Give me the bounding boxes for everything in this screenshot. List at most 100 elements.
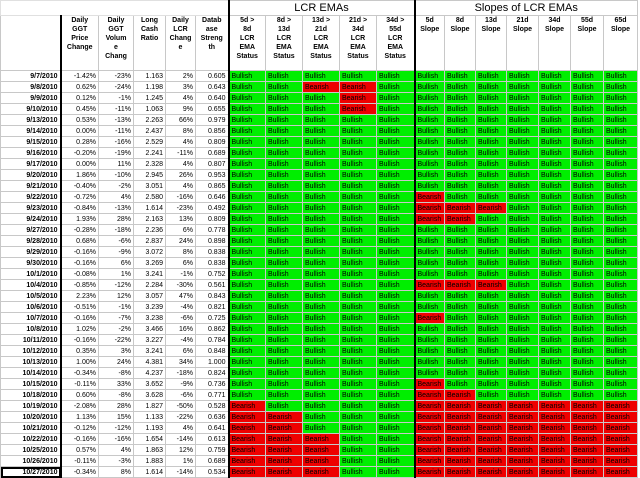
value-cell[interactable]: 0.45% — [60, 103, 99, 115]
bullish-cell[interactable]: Bullish — [339, 378, 377, 390]
value-cell[interactable]: 0.640 — [195, 92, 229, 104]
value-cell[interactable]: -30% — [165, 279, 196, 291]
bullish-cell[interactable]: Bullish — [265, 257, 303, 269]
value-cell[interactable]: 1.198 — [133, 81, 166, 93]
value-cell[interactable]: 3.239 — [133, 301, 166, 313]
value-cell[interactable]: 2.580 — [133, 191, 166, 203]
bullish-cell[interactable]: Bullish — [339, 125, 377, 137]
bullish-cell[interactable]: Bullish — [570, 246, 604, 258]
bullish-cell[interactable]: Bullish — [603, 367, 638, 379]
bullish-cell[interactable]: Bullish — [475, 81, 507, 93]
value-cell[interactable]: 16% — [165, 323, 196, 335]
bullish-cell[interactable]: Bullish — [603, 70, 638, 82]
value-cell[interactable]: 0.807 — [195, 158, 229, 170]
bullish-cell[interactable]: Bullish — [413, 367, 445, 379]
bullish-cell[interactable]: Bullish — [506, 191, 539, 203]
value-cell[interactable]: -11% — [165, 147, 196, 159]
value-cell[interactable]: 8% — [165, 125, 196, 137]
date-cell[interactable]: 9/24/2010 — [0, 213, 62, 225]
value-cell[interactable]: 3.238 — [133, 312, 166, 324]
bullish-cell[interactable]: Bullish — [265, 290, 303, 302]
value-cell[interactable]: 0.492 — [195, 202, 229, 214]
bullish-cell[interactable]: Bullish — [339, 213, 377, 225]
value-cell[interactable]: -23% — [165, 202, 196, 214]
value-cell[interactable]: -13% — [98, 202, 134, 214]
bullish-cell[interactable]: Bullish — [376, 466, 415, 478]
value-cell[interactable]: -50% — [165, 400, 196, 412]
bullish-cell[interactable]: Bullish — [265, 301, 303, 313]
bullish-cell[interactable]: Bullish — [265, 103, 303, 115]
value-cell[interactable]: 2.163 — [133, 213, 166, 225]
column-header[interactable]: Daily GGT Price Change — [60, 15, 99, 71]
date-cell[interactable]: 9/10/2010 — [0, 103, 62, 115]
column-header[interactable]: 21d Slope — [506, 15, 539, 71]
value-cell[interactable]: 4% — [98, 444, 134, 456]
bullish-cell[interactable]: Bullish — [376, 147, 415, 159]
bullish-cell[interactable]: Bullish — [475, 114, 507, 126]
value-cell[interactable]: 3.227 — [133, 334, 166, 346]
bullish-cell[interactable]: Bullish — [475, 136, 507, 148]
bullish-cell[interactable]: Bullish — [302, 202, 340, 214]
value-cell[interactable]: -9% — [165, 378, 196, 390]
bullish-cell[interactable]: Bullish — [302, 422, 340, 434]
bullish-cell[interactable]: Bullish — [538, 257, 571, 269]
bullish-cell[interactable]: Bullish — [376, 279, 415, 291]
bullish-cell[interactable]: Bullish — [475, 180, 507, 192]
value-cell[interactable]: 8% — [165, 246, 196, 258]
bearish-cell[interactable]: Bearish — [227, 422, 266, 434]
bullish-cell[interactable]: Bullish — [506, 312, 539, 324]
bullish-cell[interactable]: Bullish — [302, 279, 340, 291]
bearish-cell[interactable]: Bearish — [339, 103, 377, 115]
bullish-cell[interactable]: Bullish — [376, 246, 415, 258]
bullish-cell[interactable]: Bullish — [506, 114, 539, 126]
value-cell[interactable]: -0.16% — [60, 246, 99, 258]
bullish-cell[interactable]: Bullish — [570, 312, 604, 324]
bullish-cell[interactable]: Bullish — [413, 323, 445, 335]
bullish-cell[interactable]: Bullish — [376, 169, 415, 181]
bullish-cell[interactable]: Bullish — [506, 125, 539, 137]
value-cell[interactable]: 1% — [165, 455, 196, 467]
bullish-cell[interactable]: Bullish — [376, 378, 415, 390]
value-cell[interactable]: -0.11% — [60, 378, 99, 390]
bullish-cell[interactable]: Bullish — [475, 235, 507, 247]
bullish-cell[interactable]: Bullish — [339, 169, 377, 181]
bullish-cell[interactable]: Bullish — [506, 246, 539, 258]
bullish-cell[interactable]: Bullish — [506, 345, 539, 357]
bullish-cell[interactable]: Bullish — [475, 103, 507, 115]
column-header[interactable]: Daily GGT Volum e Chang — [98, 15, 134, 71]
bullish-cell[interactable]: Bullish — [444, 92, 476, 104]
value-cell[interactable]: 0.636 — [195, 411, 229, 423]
bullish-cell[interactable]: Bullish — [376, 356, 415, 368]
value-cell[interactable]: -0.40% — [60, 180, 99, 192]
date-cell[interactable]: 9/9/2010 — [0, 92, 62, 104]
column-header[interactable]: Daily LCR Chang e — [165, 15, 196, 71]
value-cell[interactable]: 11% — [98, 158, 134, 170]
bullish-cell[interactable]: Bullish — [376, 323, 415, 335]
bearish-cell[interactable]: Bearish — [444, 444, 476, 456]
column-header[interactable]: 21d >34d LCR EMA Status — [339, 15, 377, 71]
value-cell[interactable]: -2% — [98, 180, 134, 192]
bearish-cell[interactable]: Bearish — [506, 400, 539, 412]
bullish-cell[interactable]: Bullish — [570, 268, 604, 280]
bullish-cell[interactable]: Bullish — [376, 92, 415, 104]
bearish-cell[interactable]: Bearish — [538, 444, 571, 456]
bullish-cell[interactable]: Bullish — [538, 334, 571, 346]
bullish-cell[interactable]: Bullish — [376, 455, 415, 467]
date-cell[interactable]: 10/7/2010 — [0, 312, 62, 324]
date-cell[interactable]: 9/22/2010 — [0, 191, 62, 203]
bearish-cell[interactable]: Bearish — [570, 433, 604, 445]
bullish-cell[interactable]: Bullish — [339, 323, 377, 335]
bullish-cell[interactable]: Bullish — [302, 125, 340, 137]
value-cell[interactable]: 0.725 — [195, 312, 229, 324]
value-cell[interactable]: 1.133 — [133, 411, 166, 423]
bullish-cell[interactable]: Bullish — [376, 103, 415, 115]
bullish-cell[interactable]: Bullish — [339, 290, 377, 302]
bullish-cell[interactable]: Bullish — [376, 125, 415, 137]
bearish-cell[interactable]: Bearish — [302, 455, 340, 467]
value-cell[interactable]: 1.02% — [60, 323, 99, 335]
bullish-cell[interactable]: Bullish — [339, 147, 377, 159]
bullish-cell[interactable]: Bullish — [506, 301, 539, 313]
value-cell[interactable]: 0.00% — [60, 125, 99, 137]
value-cell[interactable]: 1.614 — [133, 202, 166, 214]
value-cell[interactable]: 2.837 — [133, 235, 166, 247]
